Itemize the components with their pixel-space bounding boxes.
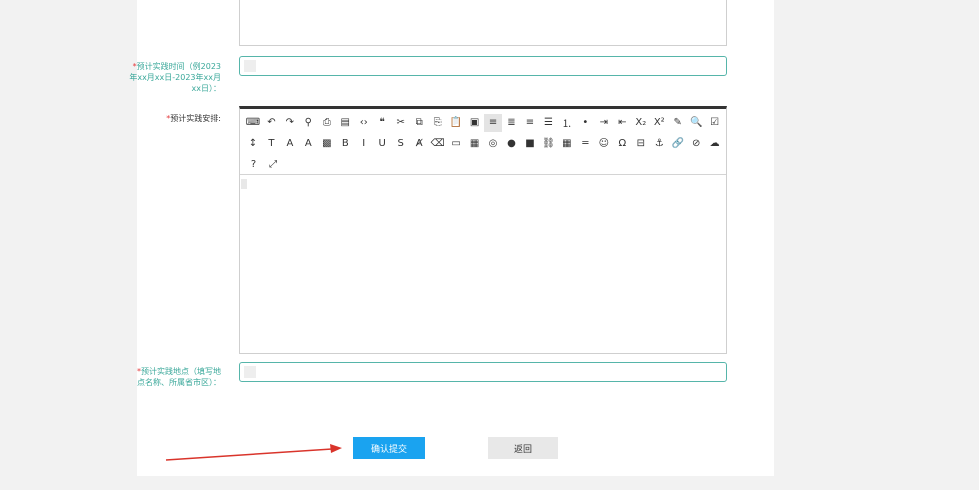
annotation-arrow (165, 444, 342, 461)
